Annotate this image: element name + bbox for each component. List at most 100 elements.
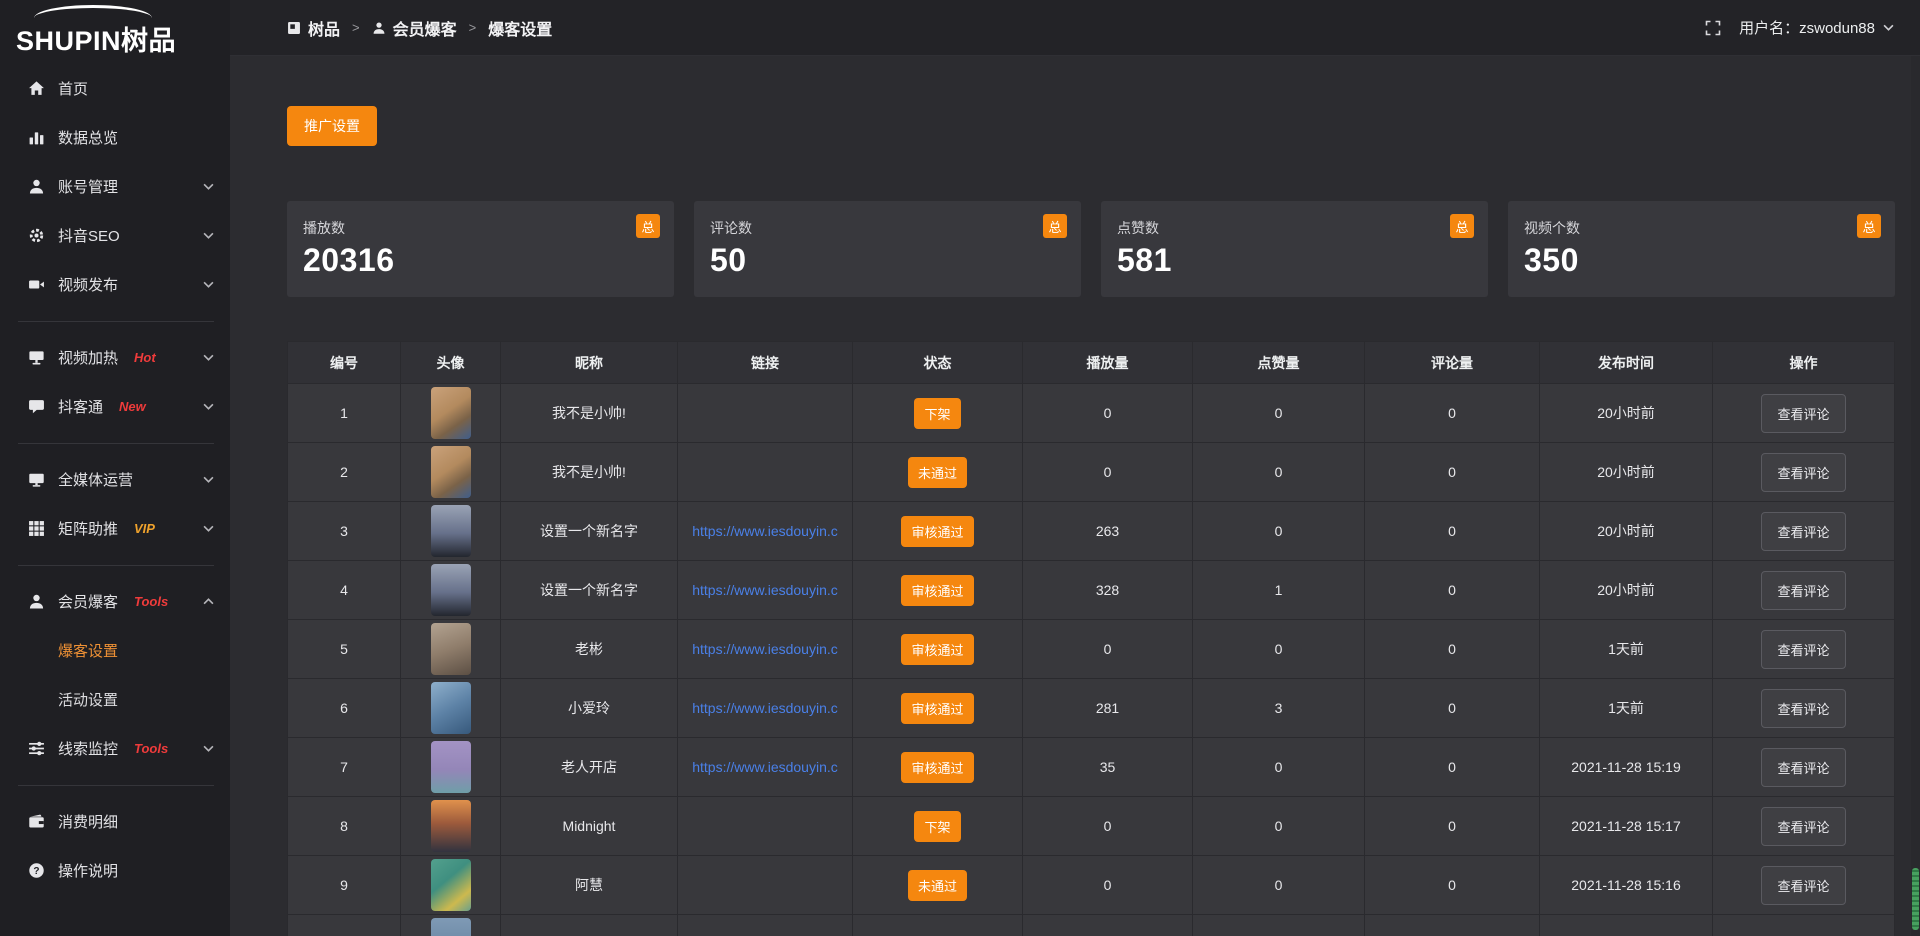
- cell-id: 4: [288, 561, 401, 620]
- sidebar-item-label: 账号管理: [58, 176, 118, 197]
- wallet-icon: [27, 813, 45, 831]
- cell-status: 下架: [853, 797, 1023, 856]
- cell-likes: 1: [1193, 561, 1365, 620]
- sidebar-item-会员爆客[interactable]: 会员爆客Tools: [0, 577, 230, 626]
- cell-status: [853, 915, 1023, 936]
- sidebar-item-账号管理[interactable]: 账号管理: [0, 162, 230, 211]
- status-badge: 审核通过: [901, 693, 973, 724]
- cell-id: 8: [288, 797, 401, 856]
- scrollbar[interactable]: [1911, 56, 1920, 936]
- cell-avatar: [401, 738, 501, 797]
- status-badge: 下架: [914, 398, 960, 429]
- cell-publish-time: 20小时前: [1540, 561, 1713, 620]
- sidebar-item-首页[interactable]: 首页: [0, 64, 230, 113]
- sidebar-item-label: 首页: [58, 78, 88, 99]
- cell-actions: 查看评论: [1713, 797, 1894, 856]
- view-comments-button[interactable]: 查看评论: [1761, 630, 1845, 669]
- chevron-down-icon: [203, 281, 214, 288]
- sidebar-item-操作说明[interactable]: ?操作说明: [0, 846, 230, 895]
- cell-plays: 0: [1023, 443, 1193, 502]
- sidebar-item-抖音SEO[interactable]: 抖音SEO: [0, 211, 230, 260]
- cell-publish-time: [1540, 915, 1713, 936]
- stat-card-评论数: 评论数50总: [694, 201, 1081, 297]
- view-comments-button[interactable]: 查看评论: [1761, 512, 1845, 551]
- cell-likes: 0: [1193, 797, 1365, 856]
- link[interactable]: https://www.iesdouyin.c: [678, 700, 852, 716]
- link[interactable]: https://www.iesdouyin.c: [678, 582, 852, 598]
- cell-likes: 0: [1193, 384, 1365, 443]
- breadcrumb-item-树品[interactable]: 树品: [287, 16, 340, 40]
- cell-plays: 35: [1023, 738, 1193, 797]
- chevron-down-icon: [203, 354, 214, 361]
- view-comments-button[interactable]: 查看评论: [1761, 571, 1845, 610]
- cell-link: [678, 856, 853, 915]
- cell-publish-time: 20小时前: [1540, 443, 1713, 502]
- link[interactable]: https://www.iesdouyin.c: [678, 641, 852, 657]
- view-comments-button[interactable]: 查看评论: [1761, 866, 1845, 905]
- member-icon: [27, 593, 45, 611]
- view-comments-button[interactable]: 查看评论: [1761, 689, 1845, 728]
- breadcrumb-separator: >: [469, 20, 477, 35]
- sidebar-subitem-活动设置[interactable]: 活动设置: [0, 675, 230, 724]
- sidebar-divider: [18, 565, 214, 566]
- sidebar-item-label: 消费明细: [58, 811, 118, 832]
- sidebar-item-label: 视频加热: [58, 347, 118, 368]
- monitor-icon: [27, 471, 45, 489]
- view-comments-button[interactable]: 查看评论: [1761, 394, 1845, 433]
- sidebar-item-抖客通[interactable]: 抖客通New: [0, 382, 230, 431]
- sidebar-item-矩阵助推[interactable]: 矩阵助推VIP: [0, 504, 230, 553]
- chevron-down-icon: [203, 403, 214, 410]
- promo-settings-button[interactable]: 推广设置: [287, 106, 377, 146]
- video-icon: [27, 276, 45, 294]
- table-row: 4设置一个新名字https://www.iesdouyin.c审核通过32810…: [288, 561, 1894, 620]
- user-menu[interactable]: 用户名：zswodun88: [1739, 17, 1894, 38]
- cell-actions: 查看评论: [1713, 620, 1894, 679]
- sidebar-item-视频加热[interactable]: 视频加热 Hot: [0, 333, 230, 382]
- breadcrumb-item-会员爆客[interactable]: 会员爆客: [372, 16, 457, 40]
- cell-publish-time: 1天前: [1540, 679, 1713, 738]
- stat-card-value: 50: [710, 242, 1065, 279]
- table-row: [288, 915, 1894, 936]
- username-label: 用户名：zswodun88: [1739, 17, 1875, 38]
- cell-status: 审核通过: [853, 502, 1023, 561]
- view-comments-button[interactable]: 查看评论: [1761, 807, 1845, 846]
- link[interactable]: https://www.iesdouyin.c: [678, 759, 852, 775]
- cell-avatar: [401, 620, 501, 679]
- cell-nickname: Midnight: [501, 797, 678, 856]
- chevron-up-icon: [203, 598, 214, 605]
- link[interactable]: https://www.iesdouyin.c: [678, 523, 852, 539]
- breadcrumb-item-爆客设置[interactable]: 爆客设置: [488, 16, 552, 40]
- cell-actions: 查看评论: [1713, 561, 1894, 620]
- cell-nickname: 阿慧: [501, 856, 678, 915]
- cell-comments: 0: [1365, 620, 1540, 679]
- fullscreen-icon[interactable]: [1705, 20, 1721, 36]
- sidebar-item-label: 矩阵助推: [58, 518, 118, 539]
- sidebar-item-数据总览[interactable]: 数据总览: [0, 113, 230, 162]
- stat-card-total-badge: 总: [1857, 214, 1881, 238]
- column-header-头像: 头像: [401, 342, 501, 384]
- chevron-down-icon: [203, 745, 214, 752]
- screen-icon: [27, 349, 45, 367]
- cell-publish-time: 2021-11-28 15:17: [1540, 797, 1713, 856]
- cell-status: 审核通过: [853, 679, 1023, 738]
- table-row: 3设置一个新名字https://www.iesdouyin.c审核通过26300…: [288, 502, 1894, 561]
- cell-avatar: [401, 915, 501, 936]
- cell-comments: 0: [1365, 384, 1540, 443]
- view-comments-button[interactable]: 查看评论: [1761, 453, 1845, 492]
- grid-icon: [27, 520, 45, 538]
- sidebar-item-消费明细[interactable]: 消费明细: [0, 797, 230, 846]
- table-header-row: 编号头像昵称链接状态播放量点赞量评论量发布时间操作: [288, 342, 1894, 384]
- sidebar-item-tag: Hot: [134, 350, 156, 365]
- sidebar-subitem-爆客设置[interactable]: 爆客设置: [0, 626, 230, 675]
- sidebar-item-全媒体运营[interactable]: 全媒体运营: [0, 455, 230, 504]
- table-row: 5老彬https://www.iesdouyin.c审核通过0001天前查看评论: [288, 620, 1894, 679]
- main-content: 推广设置 播放数20316总评论数50总点赞数581总视频个数350总 编号头像…: [230, 56, 1920, 936]
- sidebar-item-视频发布[interactable]: 视频发布: [0, 260, 230, 309]
- cell-likes: 0: [1193, 443, 1365, 502]
- cell-plays: 0: [1023, 797, 1193, 856]
- cell-actions: 查看评论: [1713, 443, 1894, 502]
- cell-id: 9: [288, 856, 401, 915]
- view-comments-button[interactable]: 查看评论: [1761, 748, 1845, 787]
- scrollbar-thumb[interactable]: [1912, 868, 1919, 930]
- sidebar-item-线索监控[interactable]: 线索监控Tools: [0, 724, 230, 773]
